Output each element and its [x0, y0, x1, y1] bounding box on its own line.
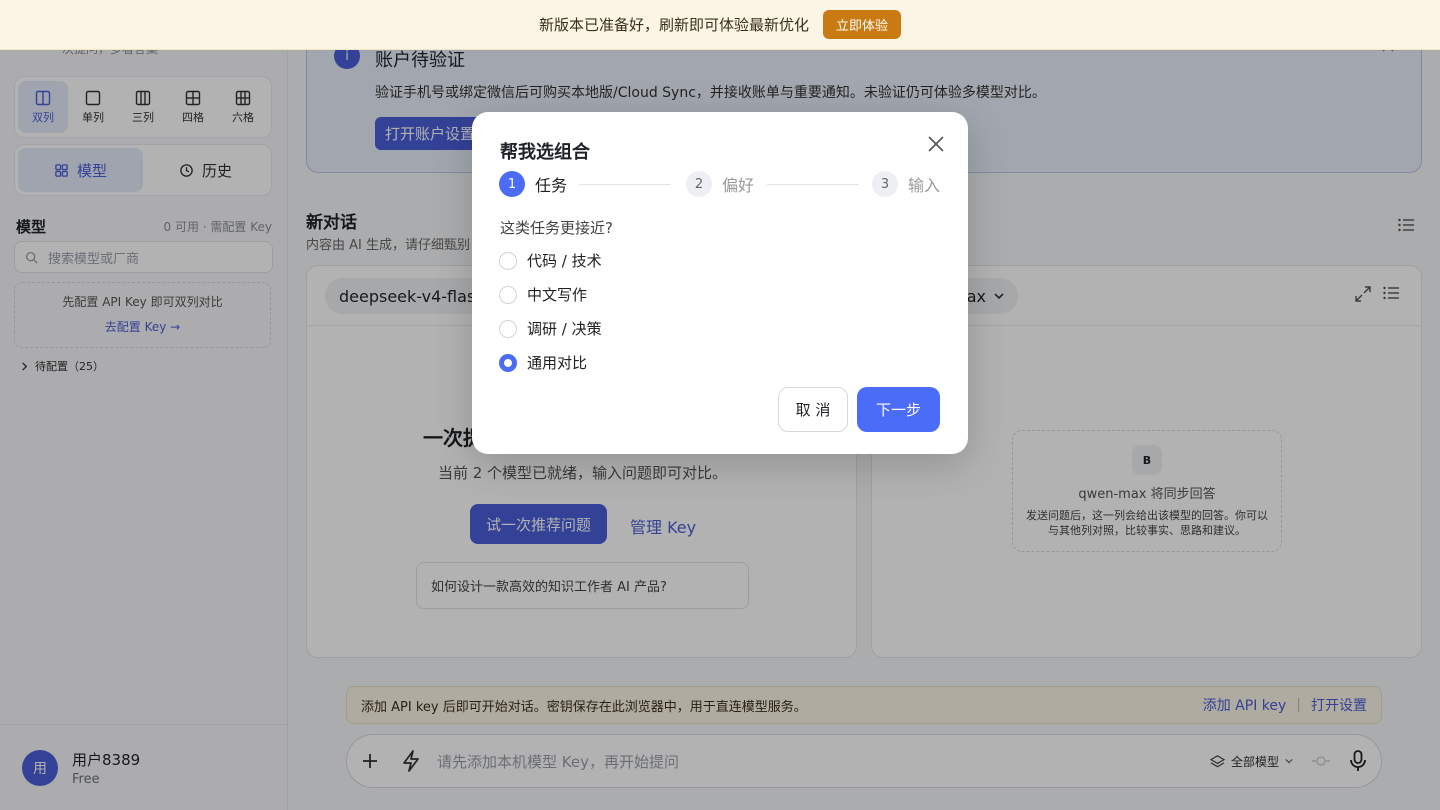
- step-1: 1 任务: [499, 171, 567, 197]
- step-number: 1: [499, 171, 525, 197]
- step-label: 任务: [535, 176, 568, 195]
- update-notice-text: 新版本已准备好，刷新即可体验最新优化: [538, 16, 809, 34]
- cancel-button[interactable]: 取 消: [778, 387, 848, 432]
- step-3: 3 输入: [872, 171, 940, 197]
- radio-button[interactable]: [499, 251, 517, 270]
- option-label: 调研 / 决策: [527, 320, 602, 338]
- radio-button[interactable]: [499, 319, 517, 338]
- radio-button-selected[interactable]: [499, 353, 517, 372]
- option-label: 代码 / 技术: [527, 252, 602, 270]
- try-now-button[interactable]: 立即体验: [823, 10, 902, 39]
- step-number: 3: [872, 171, 898, 197]
- dialog-title: 帮我选组合: [500, 142, 590, 163]
- step-connector: [579, 184, 671, 185]
- step-2: 2 偏好: [686, 171, 754, 197]
- step-number: 2: [686, 171, 712, 197]
- combo-picker-dialog: 帮我选组合 1 任务 2 偏好 3 输入 这类任务更接近? 代码 / 技术 中文…: [472, 112, 968, 454]
- radio-button[interactable]: [499, 285, 517, 304]
- option-label: 通用对比: [527, 354, 588, 372]
- close-icon[interactable]: [926, 134, 946, 154]
- option-research[interactable]: 调研 / 决策: [499, 318, 602, 339]
- step-label: 偏好: [722, 176, 755, 195]
- option-code[interactable]: 代码 / 技术: [499, 250, 602, 271]
- option-chinese-writing[interactable]: 中文写作: [499, 284, 587, 305]
- stepper: 1 任务 2 偏好 3 输入: [499, 171, 941, 197]
- option-general-compare[interactable]: 通用对比: [499, 352, 587, 373]
- next-step-button[interactable]: 下一步: [857, 387, 940, 432]
- step-label: 输入: [908, 176, 941, 195]
- task-question: 这类任务更接近?: [500, 219, 613, 237]
- option-label: 中文写作: [527, 286, 588, 304]
- update-notice-bar: 新版本已准备好，刷新即可体验最新优化 立即体验: [0, 0, 1440, 50]
- step-connector: [767, 184, 859, 185]
